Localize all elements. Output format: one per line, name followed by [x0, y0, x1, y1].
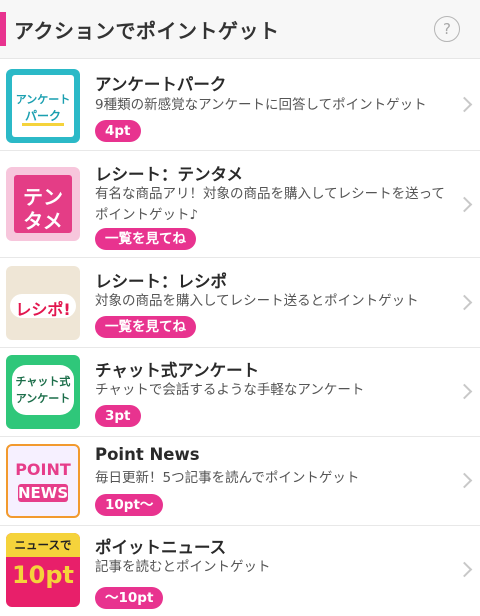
list-item-poitto-news[interactable]: ニュースで 10pt ポイットニュース 記事を読むとポイントゲット 〜10pt	[0, 526, 480, 616]
point-badge: 4pt	[95, 120, 141, 142]
help-icon[interactable]: ?	[434, 16, 460, 42]
point-badge: 3pt	[95, 405, 141, 427]
point-badge: 10pt〜	[95, 494, 164, 516]
header-accent-bar	[0, 12, 6, 46]
item-name: チャット式アンケート	[95, 361, 260, 380]
item-name: Point News	[95, 445, 200, 464]
chat-enquete-icon: チャット式 アンケート	[6, 355, 80, 429]
item-description: 対象の商品を購入してレシート送るとポイントゲット	[95, 293, 419, 309]
enquete-park-icon: アンケート パーク	[6, 69, 80, 143]
item-description: 9種類の新感覚なアンケートに回答してポイントゲット	[95, 97, 427, 113]
chevron-right-icon	[456, 561, 473, 578]
thumb-label: レシポ!	[15, 300, 71, 319]
item-name: レシート：テンタメ	[95, 165, 244, 184]
tentame-icon: テン タメ	[6, 167, 80, 241]
thumb-label: 10pt	[11, 561, 75, 589]
chevron-right-icon	[456, 383, 473, 400]
item-name: ポイットニュース	[95, 538, 227, 557]
action-list: アンケート パーク アンケートパーク 9種類の新感覚なアンケートに回答してポイン…	[0, 59, 480, 616]
chevron-right-icon	[456, 96, 473, 113]
list-item-tentame[interactable]: テン タメ レシート：テンタメ 有名な商品アリ！対象の商品を購入してレシートを送…	[0, 151, 480, 258]
thumb-label: タメ	[23, 209, 63, 233]
thumb-label: アンケート	[15, 93, 71, 106]
list-item-reshipo[interactable]: レシポ! レシート：レシポ 対象の商品を購入してレシート送るとポイントゲット 一…	[0, 258, 480, 348]
chevron-right-icon	[456, 196, 473, 213]
poitto-news-icon: ニュースで 10pt	[6, 533, 80, 607]
reshipo-icon: レシポ!	[6, 266, 80, 340]
list-item-enquete-park[interactable]: アンケート パーク アンケートパーク 9種類の新感覚なアンケートに回答してポイン…	[0, 59, 480, 151]
item-description: 毎日更新！5つ記事を読んでポイントゲット	[95, 470, 360, 486]
point-badge: 一覧を見てね	[95, 316, 196, 338]
point-badge: 一覧を見てね	[95, 228, 196, 250]
list-item-chat-enquete[interactable]: チャット式 アンケート チャット式アンケート チャットで会話するような手軽なアン…	[0, 348, 480, 437]
chevron-right-icon	[456, 472, 473, 489]
section-title: アクションでポイントゲット	[14, 19, 280, 43]
item-description: 記事を読むとポイントゲット	[95, 559, 271, 575]
item-name: アンケートパーク	[95, 75, 227, 94]
item-description: チャットで会話するような手軽なアンケート	[95, 382, 365, 398]
thumb-label: パーク	[24, 109, 61, 123]
list-item-point-news[interactable]: POINT NEWS Point News 毎日更新！5つ記事を読んでポイントゲ…	[0, 437, 480, 526]
thumb-label: NEWS	[18, 484, 69, 502]
thumb-label: チャット式	[15, 375, 71, 388]
thumb-label: アンケート	[15, 392, 71, 405]
section-header: アクションでポイントゲット ?	[0, 0, 480, 59]
item-description: 有名な商品アリ！対象の商品を購入してレシートを送ってポイントゲット♪	[95, 186, 445, 223]
point-news-icon: POINT NEWS	[6, 444, 80, 518]
thumb-label: ニュースで	[14, 538, 72, 552]
chevron-right-icon	[456, 294, 473, 311]
item-name: レシート：レシポ	[95, 272, 227, 291]
thumb-label: POINT	[15, 460, 71, 479]
point-badge: 〜10pt	[95, 587, 164, 609]
